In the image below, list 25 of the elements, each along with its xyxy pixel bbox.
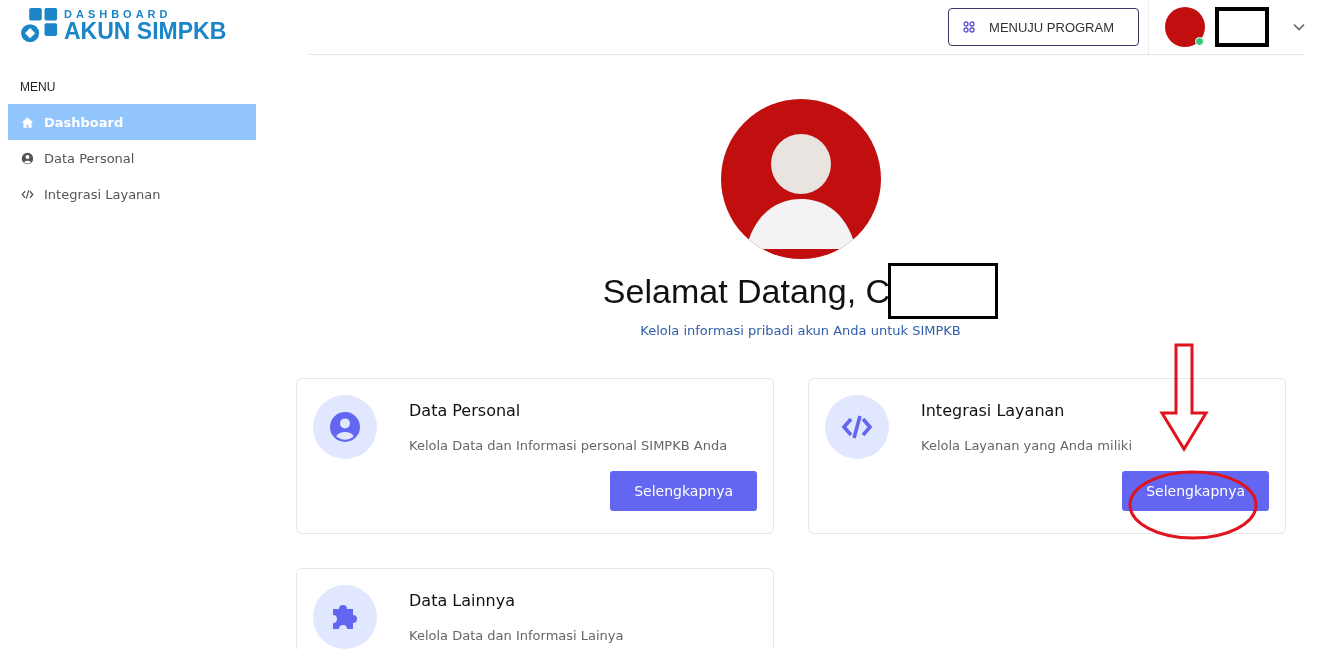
- card-description: Kelola Data dan Informasi Lainya: [409, 628, 625, 643]
- sidebar-item[interactable]: Data Personal: [8, 140, 256, 176]
- card-description: Kelola Layanan yang Anda miliki: [921, 438, 1133, 453]
- user-icon: [329, 411, 361, 443]
- welcome-title: Selamat Datang, C: [602, 271, 891, 311]
- user-icon: [21, 151, 34, 165]
- logo-icon: [20, 8, 60, 44]
- welcome-subtitle: Kelola informasi pribadi akun Anda untuk SIMPKB: [640, 323, 961, 338]
- card-title: Data Personal: [409, 401, 522, 420]
- user-avatar[interactable]: [1165, 7, 1205, 47]
- logo-title: AKUN SIMPKB: [64, 20, 227, 43]
- card-title: Data Lainnya: [409, 591, 516, 610]
- card-title: Integrasi Layanan: [921, 401, 1066, 420]
- home-icon: [21, 115, 34, 129]
- sidebar-item[interactable]: Integrasi Layanan: [8, 176, 256, 212]
- selengkapnya-button[interactable]: Selengkapnya: [1122, 471, 1269, 511]
- selengkapnya-button[interactable]: Selengkapnya: [610, 471, 757, 511]
- chevron-down-icon[interactable]: [1293, 23, 1305, 31]
- menu-heading: MENU: [20, 80, 57, 94]
- menuju-program-button[interactable]: MENUJU PROGRAM: [948, 8, 1139, 46]
- code-icon: [21, 187, 34, 201]
- grid-icon: [963, 21, 976, 33]
- card-description: Kelola Data dan Informasi personal SIMPKB Anda: [409, 438, 729, 453]
- logo-subtitle: DASHBOARD: [64, 9, 173, 20]
- redaction-box: [1215, 7, 1269, 47]
